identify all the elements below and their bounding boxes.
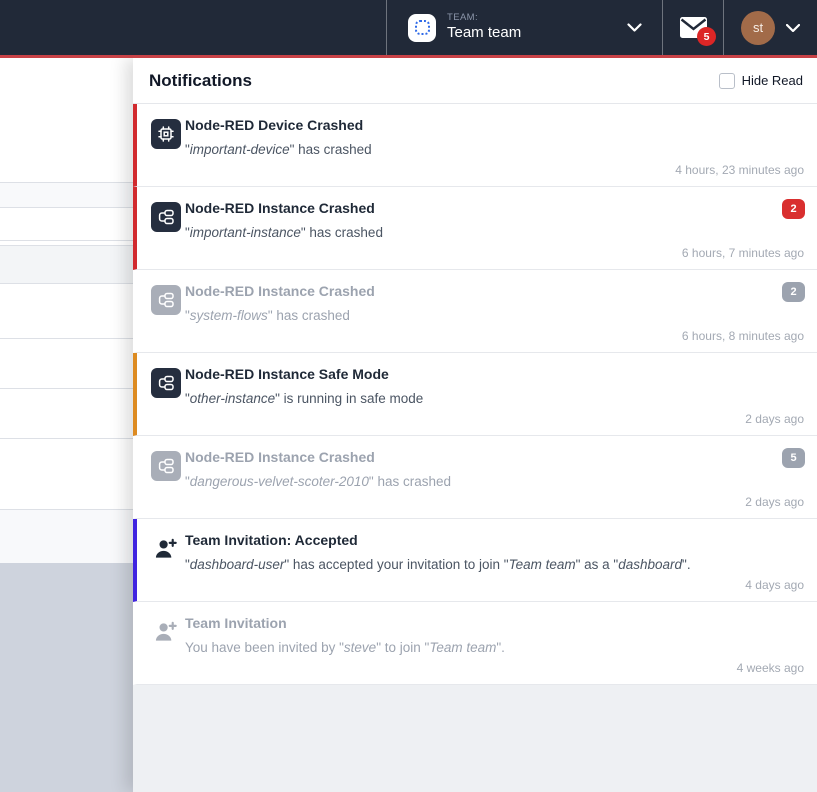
user-menu[interactable]: st	[723, 0, 817, 55]
notification-item[interactable]: Team Invitation You have been invited by…	[133, 602, 817, 685]
notification-timestamp: 2 days ago	[745, 412, 804, 426]
accent-line	[0, 55, 817, 58]
notification-content: Node-RED Instance Crashed "system-flows"…	[185, 270, 817, 324]
unread-count-badge: 5	[697, 27, 716, 46]
notification-count-badge: 5	[782, 448, 805, 468]
notification-title: Node-RED Instance Crashed	[185, 449, 757, 467]
notification-title: Node-RED Instance Crashed	[185, 283, 757, 301]
notification-body: "dangerous-velvet-scoter-2010" has crash…	[185, 473, 757, 491]
instance-icon	[151, 368, 181, 398]
notification-timestamp: 4 weeks ago	[737, 661, 804, 675]
team-label: TEAM:	[447, 12, 521, 24]
notification-content: Node-RED Instance Crashed "dangerous-vel…	[185, 436, 817, 490]
notification-timestamp: 2 days ago	[745, 495, 804, 509]
notification-timestamp: 6 hours, 8 minutes ago	[682, 329, 804, 343]
notification-content: Node-RED Device Crashed "important-devic…	[185, 104, 817, 158]
notification-item[interactable]: Team Invitation: Accepted "dashboard-use…	[133, 519, 817, 602]
notification-item[interactable]: Node-RED Instance Safe Mode "other-insta…	[133, 353, 817, 436]
notification-timestamp: 4 days ago	[745, 578, 804, 592]
notification-content: Team Invitation: Accepted "dashboard-use…	[185, 519, 817, 573]
team-selector-text: TEAM: Team team	[447, 12, 521, 43]
background-block	[0, 563, 133, 792]
notification-count-badge: 2	[782, 199, 805, 219]
notification-title: Node-RED Device Crashed	[185, 117, 757, 135]
notification-body: "system-flows" has crashed	[185, 307, 757, 325]
background-divider	[0, 509, 133, 510]
instance-icon	[151, 451, 181, 481]
background-divider	[0, 240, 133, 241]
panel-title: Notifications	[149, 71, 252, 91]
hide-read-toggle[interactable]: Hide Read	[719, 73, 803, 89]
team-icon-ring	[415, 20, 430, 35]
panel-footer-area	[133, 685, 817, 792]
notification-item[interactable]: Node-RED Device Crashed "important-devic…	[133, 104, 817, 187]
notifications-header: Notifications Hide Read	[133, 58, 817, 104]
instance-icon	[151, 202, 181, 232]
instance-icon	[151, 285, 181, 315]
hide-read-checkbox[interactable]	[719, 73, 735, 89]
user-add-icon	[151, 534, 181, 564]
notification-content: Node-RED Instance Safe Mode "other-insta…	[185, 353, 817, 407]
notification-count-badge: 2	[782, 282, 805, 302]
notification-title: Team Invitation: Accepted	[185, 532, 757, 550]
background-row	[0, 182, 133, 207]
notifications-inbox-button[interactable]: 5	[662, 0, 723, 55]
user-add-icon	[151, 617, 181, 647]
notification-item[interactable]: Node-RED Instance Crashed "dangerous-vel…	[133, 436, 817, 519]
chevron-down-icon	[786, 24, 800, 32]
background-divider	[0, 388, 133, 389]
background-divider	[0, 438, 133, 439]
notification-body: "other-instance" is running in safe mode	[185, 390, 757, 408]
notification-list: Node-RED Device Crashed "important-devic…	[133, 104, 817, 685]
top-navbar: TEAM: Team team 5 st	[0, 0, 817, 55]
background-row	[0, 245, 133, 283]
hide-read-label: Hide Read	[742, 73, 803, 88]
team-name: Team team	[447, 24, 521, 43]
device-icon	[151, 119, 181, 149]
background-row	[0, 509, 133, 563]
notification-body: "important-device" has crashed	[185, 141, 757, 159]
notification-timestamp: 4 hours, 23 minutes ago	[675, 163, 804, 177]
background-divider	[0, 182, 133, 183]
notification-content: Node-RED Instance Crashed "important-ins…	[185, 187, 817, 241]
background-page	[0, 58, 133, 792]
background-divider	[0, 245, 133, 246]
notification-body: "important-instance" has crashed	[185, 224, 757, 242]
notification-title: Team Invitation	[185, 615, 757, 633]
background-divider	[0, 207, 133, 208]
background-divider	[0, 338, 133, 339]
navbar-spacer	[0, 0, 386, 55]
chevron-down-icon	[627, 23, 642, 32]
notification-content: Team Invitation You have been invited by…	[185, 602, 817, 656]
avatar: st	[741, 11, 775, 45]
notifications-panel: Notifications Hide Read Node-RED Device …	[133, 58, 817, 792]
notification-body: You have been invited by "steve" to join…	[185, 639, 757, 657]
notification-timestamp: 6 hours, 7 minutes ago	[682, 246, 804, 260]
notification-title: Node-RED Instance Safe Mode	[185, 366, 757, 384]
notification-title: Node-RED Instance Crashed	[185, 200, 757, 218]
team-selector[interactable]: TEAM: Team team	[386, 0, 662, 55]
notification-item[interactable]: Node-RED Instance Crashed "important-ins…	[133, 187, 817, 270]
notification-body: "dashboard-user" has accepted your invit…	[185, 556, 757, 574]
background-divider	[0, 283, 133, 284]
notification-item[interactable]: Node-RED Instance Crashed "system-flows"…	[133, 270, 817, 353]
team-icon	[408, 14, 436, 42]
